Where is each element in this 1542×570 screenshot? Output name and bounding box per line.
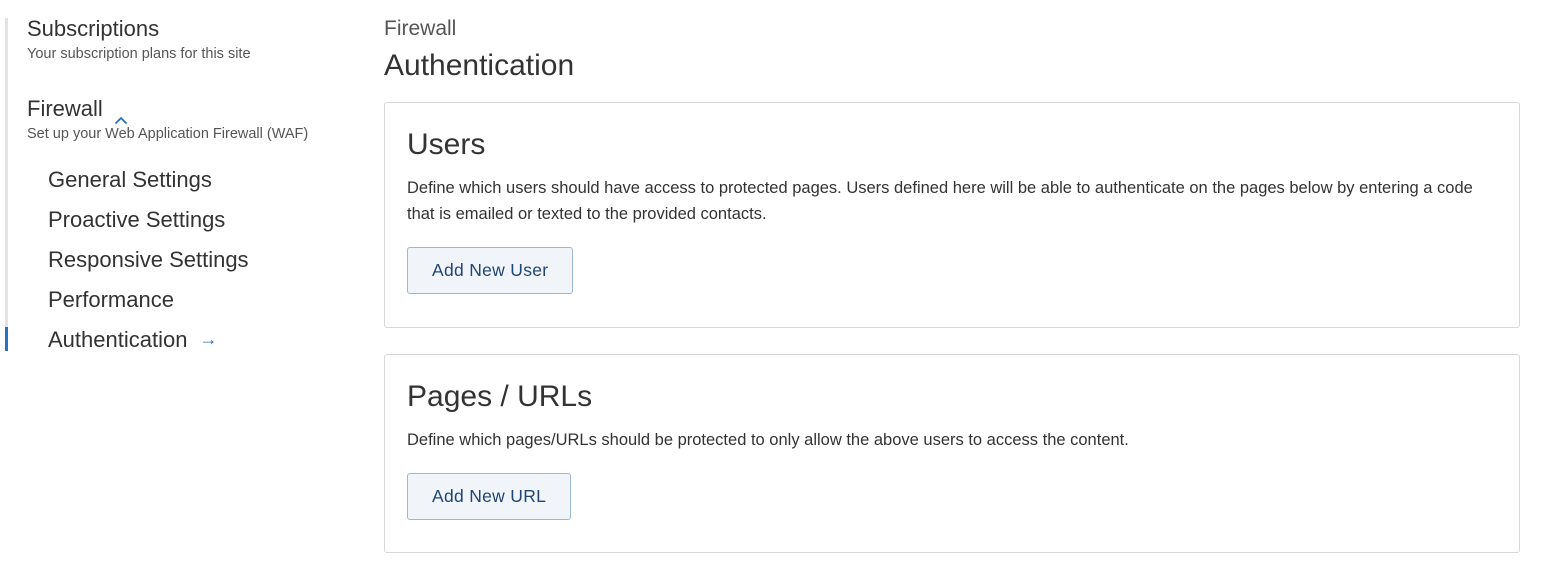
- add-new-user-button[interactable]: Add New User: [407, 247, 574, 294]
- active-item-indicator: [5, 327, 8, 351]
- sidebar-item-performance[interactable]: Performance: [48, 280, 249, 320]
- sidebar-item-label: Proactive Settings: [48, 207, 226, 232]
- firewall-label: Firewall: [27, 96, 103, 121]
- pages-urls-card-description: Define which pages/URLs should be protec…: [407, 431, 1129, 449]
- users-card: Users Define which users should have acc…: [384, 102, 1520, 328]
- arrow-right-icon: →: [199, 329, 218, 349]
- sidebar-item-authentication[interactable]: Authentication →: [48, 320, 249, 360]
- firewall-section: Firewall Set up your Web Application Fir…: [27, 96, 308, 143]
- firewall-subtitle: Set up your Web Application Firewall (WA…: [27, 126, 309, 142]
- firewall-toggle[interactable]: Firewall: [27, 96, 308, 124]
- chevron-up-icon[interactable]: [114, 105, 127, 124]
- sidebar-item-label: Authentication: [48, 327, 188, 352]
- sidebar-item-proactive-settings[interactable]: Proactive Settings: [48, 200, 249, 240]
- subscriptions-title[interactable]: Subscriptions: [27, 16, 251, 42]
- add-new-url-button[interactable]: Add New URL: [407, 473, 572, 520]
- sidebar: Subscriptions Your subscription plans fo…: [0, 0, 360, 570]
- sidebar-item-label: General Settings: [48, 167, 212, 192]
- sidebar-item-label: Responsive Settings: [48, 247, 249, 272]
- subscriptions-label: Subscriptions: [27, 16, 160, 41]
- pages-urls-card: Pages / URLs Define which pages/URLs sho…: [384, 354, 1520, 553]
- firewall-subnav: General Settings Proactive Settings Resp…: [48, 160, 249, 360]
- breadcrumb: Firewall: [384, 17, 457, 40]
- users-card-title: Users: [407, 128, 486, 161]
- subscriptions-subtitle: Your subscription plans for this site: [27, 46, 251, 62]
- subscriptions-section[interactable]: Subscriptions Your subscription plans fo…: [27, 16, 251, 63]
- page: Subscriptions Your subscription plans fo…: [0, 0, 1542, 570]
- sidebar-item-general-settings[interactable]: General Settings: [48, 160, 249, 200]
- pages-urls-card-title: Pages / URLs: [407, 380, 593, 413]
- sidebar-item-label: Performance: [48, 287, 174, 312]
- sidebar-item-responsive-settings[interactable]: Responsive Settings: [48, 240, 249, 280]
- users-card-description: Define which users should have access to…: [407, 179, 1473, 223]
- sidebar-rail: [5, 18, 8, 350]
- page-title: Authentication: [384, 49, 575, 82]
